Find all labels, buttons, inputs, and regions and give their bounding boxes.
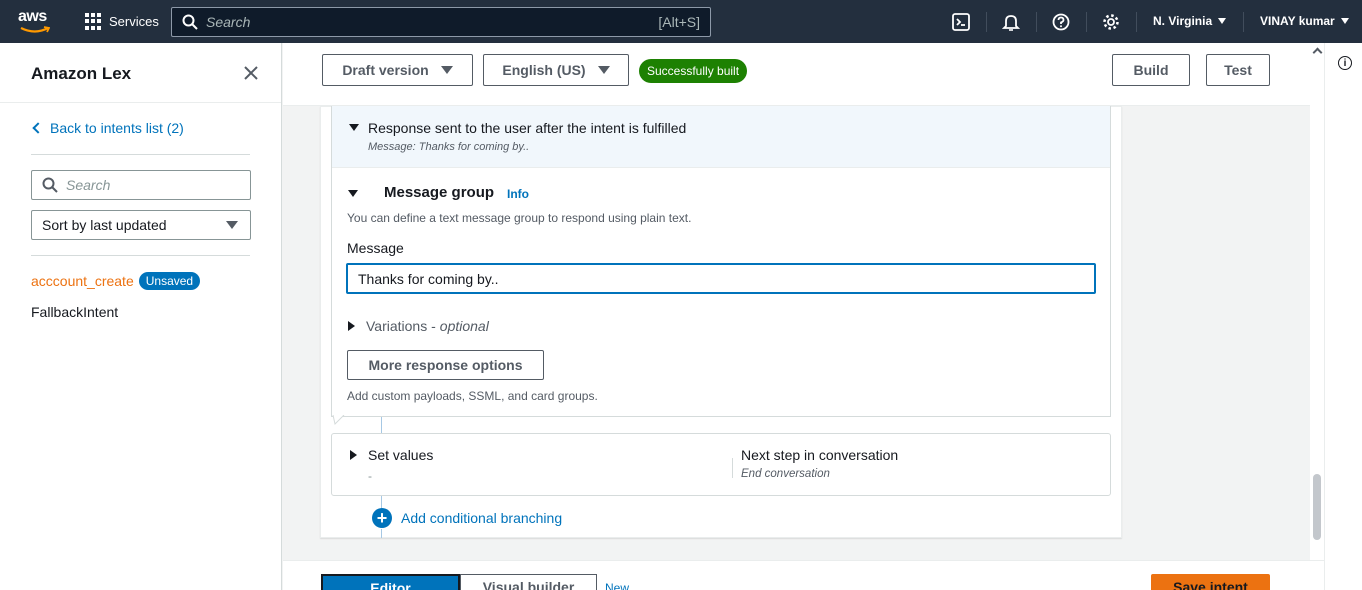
tab-visual-builder[interactable]: Visual builder [460,574,597,590]
response-summary: Message: Thanks for coming by.. [368,141,530,153]
notifications-bell-icon[interactable] [1001,12,1021,32]
next-step-value: End conversation [741,468,830,480]
save-intent-button[interactable]: Save intent [1151,574,1270,590]
build-status-badge: Successfully built [639,59,748,83]
back-link-label: Back to intents list (2) [50,120,184,136]
intents-side-panel: Amazon Lex Back to intents list (2) Sort… [0,43,282,590]
bot-toolbar: Draft version English (US) Successfully … [283,43,1324,106]
collapse-triangle-icon[interactable] [348,190,358,197]
tab-editor[interactable]: Editor [321,574,460,590]
message-label: Message [347,240,404,256]
sort-select-value: Sort by last updated [42,217,167,233]
divider [1086,12,1087,32]
add-branching-label: Add conditional branching [401,510,563,526]
variations-optional: optional [439,318,489,334]
caret-down-icon [1340,18,1349,24]
services-menu-button[interactable]: Services [85,13,159,30]
unsaved-badge: Unsaved [138,272,201,290]
set-values-section: Set values - Next step in conversation E… [331,433,1111,496]
intent-name: acccount_create [31,273,134,289]
global-search-box[interactable]: [Alt+S] [171,7,711,37]
info-link[interactable]: Info [507,187,529,201]
divider [1243,12,1244,32]
set-values-label[interactable]: Set values [368,447,433,463]
top-navigation-bar: aws Services [Alt+S] N. Virginia [0,0,1362,43]
message-group-title: Message group [384,184,495,201]
search-icon [42,177,58,193]
search-shortcut-hint: [Alt+S] [658,14,700,30]
intent-list-item-active[interactable]: acccount_create Unsaved [31,272,201,290]
version-label: Draft version [342,62,429,78]
variations-label: Variations - [366,318,436,334]
caret-down-icon [440,66,453,74]
test-button[interactable]: Test [1206,54,1270,86]
help-icon[interactable] [1051,12,1071,32]
version-dropdown[interactable]: Draft version [322,54,473,86]
intent-search-box[interactable] [31,170,251,200]
close-icon[interactable] [242,64,260,82]
info-icon[interactable]: i [1338,56,1352,70]
services-label: Services [109,14,159,29]
divider [31,154,250,155]
chevron-left-icon [32,122,44,134]
global-search-input[interactable] [206,14,626,30]
divider [31,255,250,256]
new-badge: New [605,581,630,590]
divider [0,102,281,103]
settings-gear-icon[interactable] [1101,12,1121,32]
scrollbar-thumb[interactable] [1313,474,1321,540]
back-to-intents-link[interactable]: Back to intents list (2) [32,120,184,136]
region-selector[interactable]: N. Virginia [1153,14,1227,28]
flow-connector [381,529,382,538]
caret-down-icon [597,66,610,74]
search-icon [182,14,198,30]
side-panel-title: Amazon Lex [31,64,132,83]
more-options-hint: Add custom payloads, SSML, and card grou… [347,389,598,403]
flow-connector [381,496,382,508]
intent-list-item[interactable]: FallbackIntent [31,304,118,320]
expand-triangle-icon [348,321,355,331]
aws-logo[interactable]: aws [18,9,52,35]
grid-icon [85,13,102,30]
cloudshell-icon[interactable] [951,12,971,32]
collapse-triangle-icon [349,124,359,131]
plus-circle-icon: + [372,508,392,528]
flow-connector [381,417,382,433]
next-step-label: Next step in conversation [741,447,899,463]
caret-down-icon [1218,18,1227,24]
expand-triangle-icon[interactable] [350,450,357,460]
user-name: VINAY kumar [1260,14,1335,28]
sort-select[interactable]: Sort by last updated [31,210,251,240]
build-button[interactable]: Build [1112,54,1190,86]
add-conditional-branching-button[interactable]: + Add conditional branching [372,508,562,528]
response-heading: Response sent to the user after the inte… [368,120,687,136]
divider [986,12,987,32]
help-panel-rail [1324,43,1362,590]
more-response-options-button[interactable]: More response options [347,350,544,380]
bubble-tail [332,415,345,425]
intent-search-input[interactable] [66,177,236,193]
region-label: N. Virginia [1153,14,1213,28]
account-menu[interactable]: VINAY kumar [1260,14,1349,28]
main-content: Draft version English (US) Successfully … [283,43,1324,590]
caret-down-icon [226,221,238,229]
aws-smile-icon [20,26,50,33]
set-values-value: - [368,469,372,483]
divider [1136,12,1137,32]
divider [732,458,733,478]
response-header[interactable]: Response sent to the user after the inte… [332,106,1110,168]
language-label: English (US) [502,62,586,78]
message-input[interactable]: Thanks for coming by.. [346,263,1096,294]
language-dropdown[interactable]: English (US) [483,54,629,86]
response-section: Response sent to the user after the inte… [331,106,1111,417]
variations-expander[interactable]: Variations - optional [348,318,489,334]
bottom-action-bar: Editor Visual builder New Save intent [283,560,1324,590]
aws-logo-text: aws [18,8,47,25]
divider [1036,12,1037,32]
message-group-description: You can define a text message group to r… [347,211,692,225]
